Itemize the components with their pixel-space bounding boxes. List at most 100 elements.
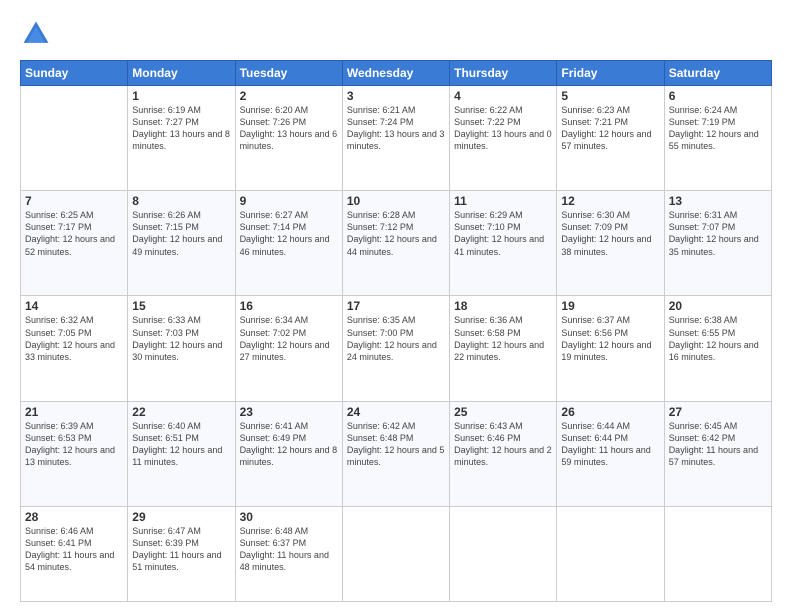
calendar-cell: 4Sunrise: 6:22 AMSunset: 7:22 PMDaylight… [450,86,557,191]
calendar-cell: 7Sunrise: 6:25 AMSunset: 7:17 PMDaylight… [21,191,128,296]
day-info: Sunrise: 6:41 AMSunset: 6:49 PMDaylight:… [240,420,338,469]
day-number: 17 [347,299,445,313]
calendar-cell: 23Sunrise: 6:41 AMSunset: 6:49 PMDayligh… [235,401,342,506]
day-info: Sunrise: 6:26 AMSunset: 7:15 PMDaylight:… [132,209,230,258]
day-number: 12 [561,194,659,208]
day-number: 11 [454,194,552,208]
day-number: 16 [240,299,338,313]
calendar-cell: 10Sunrise: 6:28 AMSunset: 7:12 PMDayligh… [342,191,449,296]
day-info: Sunrise: 6:43 AMSunset: 6:46 PMDaylight:… [454,420,552,469]
day-info: Sunrise: 6:23 AMSunset: 7:21 PMDaylight:… [561,104,659,153]
calendar-cell: 21Sunrise: 6:39 AMSunset: 6:53 PMDayligh… [21,401,128,506]
calendar-week-row: 7Sunrise: 6:25 AMSunset: 7:17 PMDaylight… [21,191,772,296]
calendar-cell: 28Sunrise: 6:46 AMSunset: 6:41 PMDayligh… [21,506,128,601]
calendar-cell: 26Sunrise: 6:44 AMSunset: 6:44 PMDayligh… [557,401,664,506]
day-number: 5 [561,89,659,103]
day-info: Sunrise: 6:36 AMSunset: 6:58 PMDaylight:… [454,314,552,363]
header [20,18,772,50]
day-info: Sunrise: 6:32 AMSunset: 7:05 PMDaylight:… [25,314,123,363]
calendar-cell: 5Sunrise: 6:23 AMSunset: 7:21 PMDaylight… [557,86,664,191]
calendar-cell: 20Sunrise: 6:38 AMSunset: 6:55 PMDayligh… [664,296,771,401]
day-number: 4 [454,89,552,103]
day-number: 2 [240,89,338,103]
day-info: Sunrise: 6:22 AMSunset: 7:22 PMDaylight:… [454,104,552,153]
calendar-cell: 15Sunrise: 6:33 AMSunset: 7:03 PMDayligh… [128,296,235,401]
day-info: Sunrise: 6:35 AMSunset: 7:00 PMDaylight:… [347,314,445,363]
calendar-cell [664,506,771,601]
calendar-cell: 3Sunrise: 6:21 AMSunset: 7:24 PMDaylight… [342,86,449,191]
calendar-week-row: 28Sunrise: 6:46 AMSunset: 6:41 PMDayligh… [21,506,772,601]
day-info: Sunrise: 6:19 AMSunset: 7:27 PMDaylight:… [132,104,230,153]
day-header-sunday: Sunday [21,61,128,86]
day-header-wednesday: Wednesday [342,61,449,86]
calendar-cell: 24Sunrise: 6:42 AMSunset: 6:48 PMDayligh… [342,401,449,506]
day-header-friday: Friday [557,61,664,86]
day-info: Sunrise: 6:20 AMSunset: 7:26 PMDaylight:… [240,104,338,153]
day-header-saturday: Saturday [664,61,771,86]
calendar-cell: 16Sunrise: 6:34 AMSunset: 7:02 PMDayligh… [235,296,342,401]
day-info: Sunrise: 6:30 AMSunset: 7:09 PMDaylight:… [561,209,659,258]
calendar-cell: 9Sunrise: 6:27 AMSunset: 7:14 PMDaylight… [235,191,342,296]
page: SundayMondayTuesdayWednesdayThursdayFrid… [0,0,792,612]
day-number: 13 [669,194,767,208]
day-number: 7 [25,194,123,208]
day-info: Sunrise: 6:29 AMSunset: 7:10 PMDaylight:… [454,209,552,258]
day-number: 21 [25,405,123,419]
day-number: 6 [669,89,767,103]
day-info: Sunrise: 6:40 AMSunset: 6:51 PMDaylight:… [132,420,230,469]
calendar-cell [557,506,664,601]
day-number: 18 [454,299,552,313]
day-info: Sunrise: 6:39 AMSunset: 6:53 PMDaylight:… [25,420,123,469]
day-number: 20 [669,299,767,313]
calendar-cell: 18Sunrise: 6:36 AMSunset: 6:58 PMDayligh… [450,296,557,401]
day-info: Sunrise: 6:24 AMSunset: 7:19 PMDaylight:… [669,104,767,153]
day-info: Sunrise: 6:27 AMSunset: 7:14 PMDaylight:… [240,209,338,258]
logo-icon [20,18,52,50]
day-number: 19 [561,299,659,313]
calendar-header-row: SundayMondayTuesdayWednesdayThursdayFrid… [21,61,772,86]
day-number: 15 [132,299,230,313]
day-info: Sunrise: 6:48 AMSunset: 6:37 PMDaylight:… [240,525,338,574]
day-number: 29 [132,510,230,524]
day-number: 30 [240,510,338,524]
day-info: Sunrise: 6:46 AMSunset: 6:41 PMDaylight:… [25,525,123,574]
day-number: 23 [240,405,338,419]
calendar-cell: 17Sunrise: 6:35 AMSunset: 7:00 PMDayligh… [342,296,449,401]
calendar-week-row: 1Sunrise: 6:19 AMSunset: 7:27 PMDaylight… [21,86,772,191]
day-info: Sunrise: 6:25 AMSunset: 7:17 PMDaylight:… [25,209,123,258]
day-number: 28 [25,510,123,524]
day-info: Sunrise: 6:38 AMSunset: 6:55 PMDaylight:… [669,314,767,363]
day-number: 25 [454,405,552,419]
calendar-cell: 29Sunrise: 6:47 AMSunset: 6:39 PMDayligh… [128,506,235,601]
calendar-week-row: 21Sunrise: 6:39 AMSunset: 6:53 PMDayligh… [21,401,772,506]
day-number: 22 [132,405,230,419]
day-info: Sunrise: 6:47 AMSunset: 6:39 PMDaylight:… [132,525,230,574]
day-header-thursday: Thursday [450,61,557,86]
calendar-cell [21,86,128,191]
day-info: Sunrise: 6:37 AMSunset: 6:56 PMDaylight:… [561,314,659,363]
calendar-cell: 25Sunrise: 6:43 AMSunset: 6:46 PMDayligh… [450,401,557,506]
calendar-cell: 30Sunrise: 6:48 AMSunset: 6:37 PMDayligh… [235,506,342,601]
day-number: 14 [25,299,123,313]
day-info: Sunrise: 6:28 AMSunset: 7:12 PMDaylight:… [347,209,445,258]
calendar-cell: 8Sunrise: 6:26 AMSunset: 7:15 PMDaylight… [128,191,235,296]
calendar-cell: 1Sunrise: 6:19 AMSunset: 7:27 PMDaylight… [128,86,235,191]
calendar-cell: 2Sunrise: 6:20 AMSunset: 7:26 PMDaylight… [235,86,342,191]
day-info: Sunrise: 6:45 AMSunset: 6:42 PMDaylight:… [669,420,767,469]
day-header-monday: Monday [128,61,235,86]
day-info: Sunrise: 6:44 AMSunset: 6:44 PMDaylight:… [561,420,659,469]
day-info: Sunrise: 6:31 AMSunset: 7:07 PMDaylight:… [669,209,767,258]
calendar-cell: 13Sunrise: 6:31 AMSunset: 7:07 PMDayligh… [664,191,771,296]
calendar-cell: 19Sunrise: 6:37 AMSunset: 6:56 PMDayligh… [557,296,664,401]
calendar-cell: 22Sunrise: 6:40 AMSunset: 6:51 PMDayligh… [128,401,235,506]
day-number: 9 [240,194,338,208]
calendar-cell [342,506,449,601]
day-header-tuesday: Tuesday [235,61,342,86]
calendar-cell: 12Sunrise: 6:30 AMSunset: 7:09 PMDayligh… [557,191,664,296]
calendar-table: SundayMondayTuesdayWednesdayThursdayFrid… [20,60,772,602]
day-info: Sunrise: 6:33 AMSunset: 7:03 PMDaylight:… [132,314,230,363]
day-number: 8 [132,194,230,208]
calendar-cell: 11Sunrise: 6:29 AMSunset: 7:10 PMDayligh… [450,191,557,296]
logo [20,18,54,50]
day-number: 27 [669,405,767,419]
